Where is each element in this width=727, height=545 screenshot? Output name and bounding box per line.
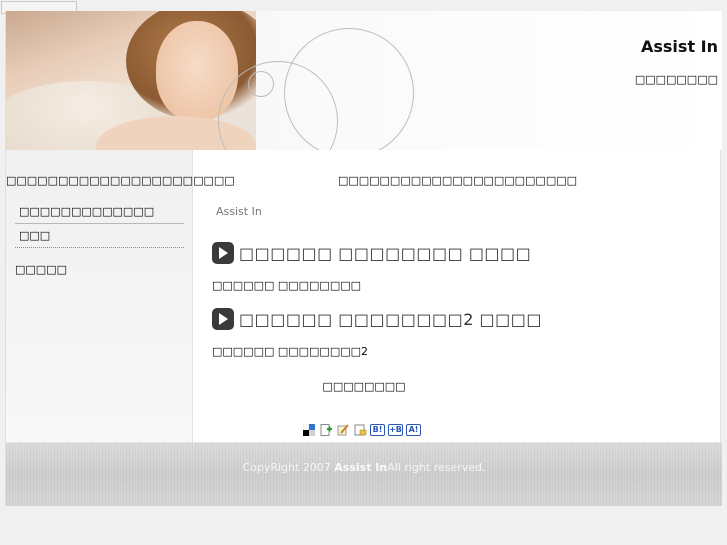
- main-title: □□□□□□□□□□□□□□□□□□□□□□□: [337, 174, 578, 187]
- breadcrumb[interactable]: Assist In: [216, 205, 262, 218]
- copyright-suffix: All right reserved.: [387, 461, 486, 474]
- plus-bookmark-icon[interactable]: +B: [388, 423, 403, 436]
- post-title[interactable]: □□□□□□ □□□□□□□□2 □□□□: [239, 310, 542, 329]
- page-container: Assist In □□□□□□□□ □□□□□□□□□□□□□□□□□□□□□…: [5, 11, 722, 506]
- post-body: □□□□□□ □□□□□□□□: [212, 279, 361, 292]
- site-subtitle: □□□□□□□□: [634, 73, 718, 86]
- main-content: □□□□□□□□□□□□□□□□□□□□□□□ Assist In □□□□□□…: [194, 150, 721, 442]
- play-icon: [212, 242, 234, 264]
- footer: CopyRight 2007 Assist InAll right reserv…: [6, 442, 722, 506]
- post-heading[interactable]: □□□□□□ □□□□□□□□ □□□□: [212, 242, 531, 264]
- sidebar-item[interactable]: □□□: [15, 228, 184, 248]
- decor-circle-small: [248, 71, 274, 97]
- sidebar: □□□□□□□□□□□□□□□□□□□□□□ □□□□□□□□□□□□□ □□□…: [6, 150, 235, 442]
- social-bookmark-row: B! +B A!: [302, 423, 421, 436]
- play-icon: [212, 308, 234, 330]
- sidebar-extra-link[interactable]: □□□□□: [15, 263, 67, 276]
- copyright-site-name[interactable]: Assist In: [334, 461, 387, 474]
- copyright-prefix: CopyRight 2007: [242, 461, 335, 474]
- yahoo-bookmark-icon[interactable]: A!: [406, 423, 421, 436]
- header: Assist In □□□□□□□□: [6, 11, 722, 150]
- site-title[interactable]: Assist In: [641, 37, 718, 56]
- folder-bookmark-icon[interactable]: [353, 424, 367, 436]
- footer-copyright: CopyRight 2007 Assist InAll right reserv…: [6, 461, 722, 474]
- more-link[interactable]: □□□□□□□□: [194, 380, 534, 393]
- hatena-bookmark-icon[interactable]: B!: [370, 423, 385, 436]
- post-heading[interactable]: □□□□□□ □□□□□□□□2 □□□□: [212, 308, 542, 330]
- sidebar-title: □□□□□□□□□□□□□□□□□□□□□□: [6, 174, 235, 187]
- edit-bookmark-icon[interactable]: [336, 423, 350, 436]
- delicious-icon[interactable]: [302, 423, 316, 436]
- post-body: □□□□□□ □□□□□□□□2: [212, 345, 368, 358]
- sidebar-item[interactable]: □□□□□□□□□□□□□: [15, 204, 184, 224]
- add-bookmark-icon[interactable]: [319, 423, 333, 436]
- post-title[interactable]: □□□□□□ □□□□□□□□ □□□□: [239, 244, 531, 263]
